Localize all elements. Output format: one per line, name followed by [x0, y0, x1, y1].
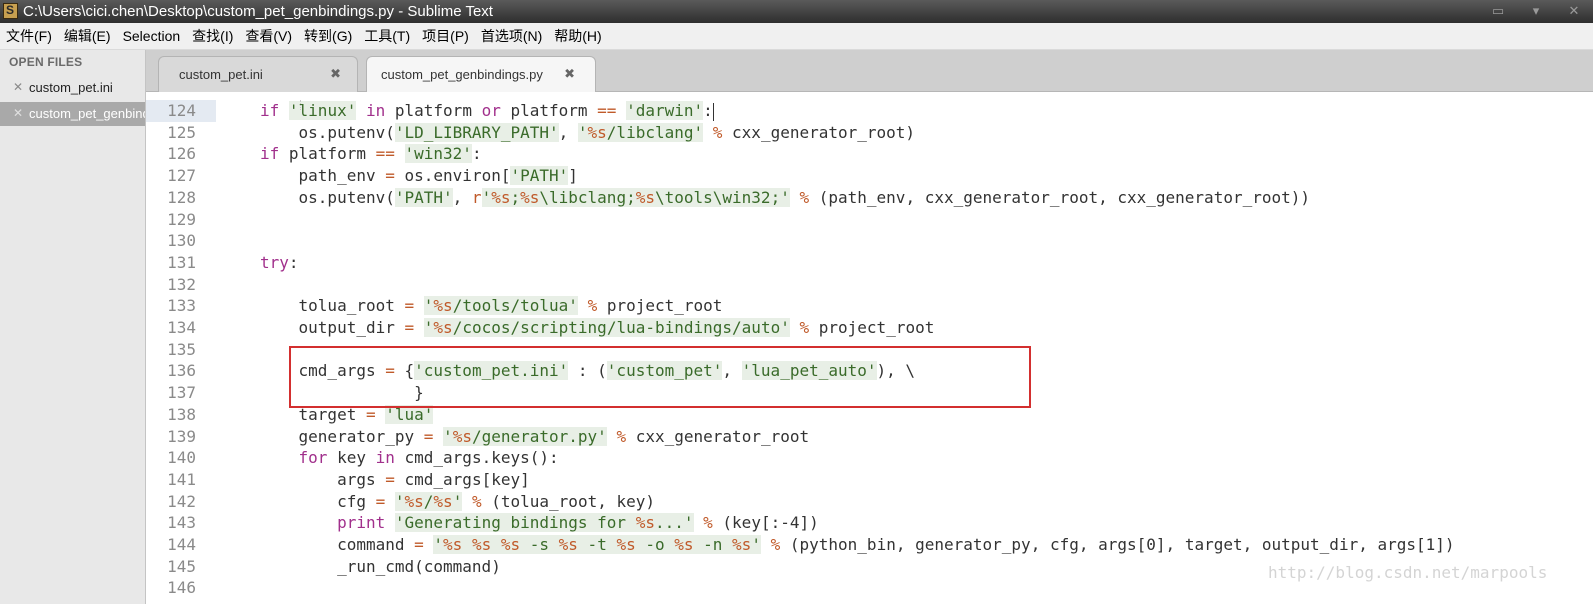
menu-find[interactable]: 查找(I) [186, 26, 239, 46]
line-number: 142 [167, 491, 196, 511]
tab-close-icon[interactable]: ✖ [564, 66, 575, 82]
code-text: command = '%s %s %s -s %s -t %s -o %s -n… [260, 535, 1455, 554]
line-number: 140 [167, 448, 196, 468]
menu-view[interactable]: 查看(V) [239, 26, 298, 46]
code-text: _run_cmd(command) [260, 556, 501, 576]
code-line[interactable]: 132 [146, 274, 1593, 296]
code-line[interactable]: 144 command = '%s %s %s -s %s -t %s -o %… [146, 534, 1593, 556]
window-title: C:\Users\cici.chen\Desktop\custom_pet_ge… [23, 3, 493, 20]
code-line[interactable]: 143 print 'Generating bindings for %s...… [146, 512, 1593, 534]
sidebar: OPEN FILES ✕ custom_pet.ini ✕ custom_pet… [0, 50, 146, 604]
line-number: 124 [167, 101, 196, 120]
code-text: generator_py = '%s/generator.py' % cxx_g… [260, 426, 810, 446]
menu-goto[interactable]: 转到(G) [298, 26, 358, 46]
line-number: 138 [167, 404, 196, 424]
line-number: 145 [167, 556, 196, 576]
line-number: 133 [167, 296, 196, 316]
tab-close-icon[interactable]: ✖ [330, 66, 341, 82]
menu-edit[interactable]: 编辑(E) [58, 26, 117, 46]
line-number: 141 [167, 469, 196, 489]
line-number: 134 [167, 318, 196, 337]
code-line[interactable]: 128 os.putenv('PATH', r'%s;%s\libclang;%… [146, 187, 1593, 209]
code-line[interactable]: 133 tolua_root = '%s/tools/tolua' % proj… [146, 295, 1593, 317]
menu-selection[interactable]: Selection [117, 28, 187, 44]
sidebar-file-label: custom_pet_genbindings.py [29, 106, 146, 121]
code-text: os.putenv('PATH', r'%s;%s\libclang;%s\to… [260, 187, 1311, 207]
line-number: 127 [167, 166, 196, 186]
code-text: os.putenv('LD_LIBRARY_PATH', '%s/libclan… [260, 122, 916, 142]
line-number: 143 [167, 513, 196, 533]
code-text: if 'linux' in platform or platform == 'd… [260, 101, 714, 121]
line-number: 136 [167, 361, 196, 381]
tab-custom-pet-ini[interactable]: custom_pet.ini ✖ [158, 56, 358, 92]
line-number: 126 [167, 144, 196, 164]
code-line[interactable]: 127 path_env = os.environ['PATH'] [146, 165, 1593, 187]
close-icon[interactable]: ✕ [1555, 0, 1593, 23]
close-file-icon[interactable]: ✕ [13, 106, 23, 120]
code-text: for key in cmd_args.keys(): [298, 448, 559, 468]
title-bar: C:\Users\cici.chen\Desktop\custom_pet_ge… [0, 0, 1593, 23]
code-line[interactable]: 140 for key in cmd_args.keys(): [146, 447, 1593, 469]
line-number: 139 [167, 426, 196, 446]
sidebar-file-custom-pet-genbindings[interactable]: ✕ custom_pet_genbindings.py [0, 102, 146, 126]
window-controls: ▭ ▾ ✕ [1479, 0, 1593, 23]
code-text: tolua_root = '%s/tools/tolua' % project_… [260, 296, 723, 316]
tab-custom-pet-genbindings[interactable]: custom_pet_genbindings.py ✖ [366, 56, 596, 93]
tab-bar: custom_pet.ini ✖ custom_pet_genbindings.… [146, 50, 1593, 93]
code-line[interactable]: 126 if platform == 'win32': [146, 143, 1593, 165]
line-number: 125 [167, 122, 196, 142]
maximize-icon[interactable]: ▾ [1517, 0, 1555, 23]
code-line[interactable]: 134 output_dir = '%s/cocos/scripting/lua… [146, 317, 1593, 339]
code-line[interactable]: 129 [146, 209, 1593, 231]
code-text: cfg = '%s/%s' % (tolua_root, key) [260, 491, 655, 511]
code-text: try: [260, 252, 299, 272]
close-file-icon[interactable]: ✕ [13, 80, 23, 94]
indent-guide [300, 100, 301, 110]
menu-file[interactable]: 文件(F) [0, 26, 58, 46]
line-number: 132 [167, 274, 196, 294]
line-number: 128 [167, 187, 196, 207]
code-text: print 'Generating bindings for %s...' % … [337, 513, 819, 533]
tab-label: custom_pet.ini [179, 67, 263, 82]
menu-tools[interactable]: 工具(T) [358, 26, 416, 46]
line-number: 135 [167, 339, 196, 359]
code-text: args = cmd_args[key] [260, 469, 530, 489]
line-number: 137 [167, 383, 196, 403]
highlight-annotation-box [289, 346, 1031, 408]
watermark: http://blog.csdn.net/marpools [1268, 563, 1548, 582]
open-files-heading: OPEN FILES [9, 55, 83, 69]
code-text: if platform == 'win32': [260, 144, 482, 164]
line-number: 130 [167, 231, 196, 251]
code-line[interactable]: 124 if 'linux' in platform or platform ==… [146, 100, 1593, 122]
code-line[interactable]: 130 [146, 230, 1593, 252]
line-number: 144 [167, 535, 196, 554]
menu-preferences[interactable]: 首选项(N) [475, 26, 548, 46]
code-line[interactable]: 125 os.putenv('LD_LIBRARY_PATH', '%s/lib… [146, 122, 1593, 144]
line-number: 129 [167, 209, 196, 229]
line-number: 131 [167, 252, 196, 272]
code-line[interactable]: 139 generator_py = '%s/generator.py' % c… [146, 426, 1593, 448]
code-text: path_env = os.environ['PATH'] [260, 166, 578, 186]
code-line[interactable]: 131 try: [146, 252, 1593, 274]
sublime-text-icon [3, 3, 18, 19]
code-text: output_dir = '%s/cocos/scripting/lua-bin… [260, 318, 935, 337]
sidebar-file-label: custom_pet.ini [29, 80, 113, 95]
line-number: 146 [167, 578, 196, 598]
code-line[interactable]: 141 args = cmd_args[key] [146, 469, 1593, 491]
menu-bar: 文件(F) 编辑(E) Selection 查找(I) 查看(V) 转到(G) … [0, 23, 1593, 50]
text-cursor [712, 102, 714, 121]
menu-project[interactable]: 项目(P) [416, 26, 475, 46]
minimize-icon[interactable]: ▭ [1479, 0, 1517, 23]
tab-label: custom_pet_genbindings.py [381, 67, 543, 82]
code-line[interactable]: 142 cfg = '%s/%s' % (tolua_root, key) [146, 491, 1593, 513]
menu-help[interactable]: 帮助(H) [548, 26, 607, 46]
sidebar-file-custom-pet-ini[interactable]: ✕ custom_pet.ini [0, 76, 145, 100]
